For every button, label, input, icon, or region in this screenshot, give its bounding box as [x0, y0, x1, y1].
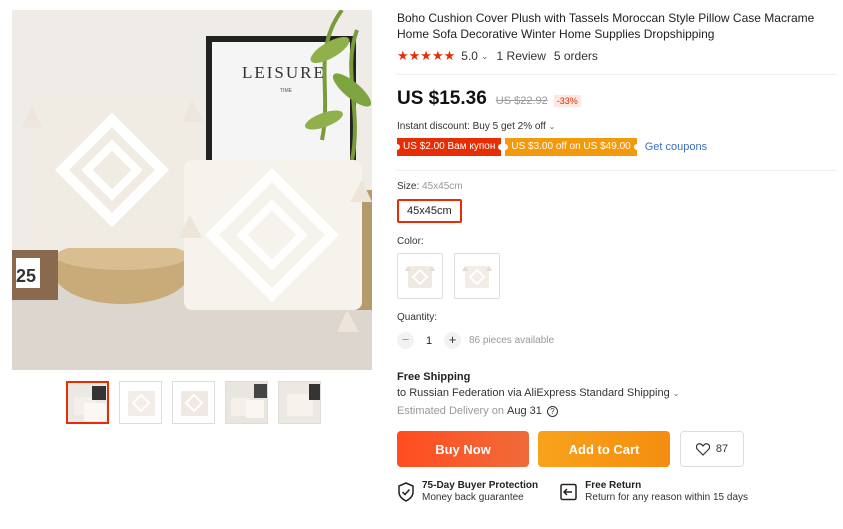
product-title: Boho Cushion Cover Plush with Tassels Mo…: [397, 11, 815, 41]
chevron-down-icon: ⌄: [672, 389, 680, 398]
poster-title: LEISURE: [242, 63, 326, 82]
divider: [397, 74, 837, 75]
instant-discount-text: Instant discount: Buy 5 get 2% off: [397, 121, 546, 132]
product-info: Boho Cushion Cover Plush with Tassels Mo…: [393, 10, 837, 503]
thumbnail-3[interactable]: [172, 381, 215, 424]
chevron-down-icon[interactable]: ⌄: [481, 51, 489, 62]
get-coupons-link[interactable]: Get coupons: [645, 141, 707, 153]
pillow-swatch-icon: [462, 266, 492, 288]
wishlist-button[interactable]: 87: [680, 431, 744, 467]
coupon-store[interactable]: US $2.00 Вам купон: [393, 138, 505, 156]
thumbnail-strip: [66, 381, 321, 424]
coupon-select[interactable]: US $3.00 off on US $49.00: [502, 138, 641, 156]
divider: [397, 170, 837, 171]
color-label: Color:: [397, 236, 424, 247]
wishlist-count: 87: [715, 443, 729, 455]
thumbnail-5[interactable]: [278, 381, 321, 424]
help-icon[interactable]: ?: [546, 405, 558, 417]
shipping-destination-text: to Russian Federation via AliExpress Sta…: [397, 387, 670, 399]
star-rating-icon: ★★★★★: [397, 48, 456, 63]
action-buttons: Buy Now Add to Cart 87: [397, 431, 837, 467]
quantity-stepper: − 1 + 86 pieces available: [397, 332, 837, 349]
estimated-delivery: Estimated Delivery on Aug 31 ?: [397, 405, 837, 417]
guarantees: 75-Day Buyer Protection Money back guara…: [397, 480, 837, 503]
size-label: Size: 45x45cm: [397, 181, 463, 192]
quantity-value[interactable]: 1: [414, 335, 444, 347]
rating-row: ★★★★★ 5.0 ⌄ 1 Review 5 orders: [397, 48, 837, 64]
original-price: US $22.92: [495, 95, 548, 107]
buyer-protection[interactable]: 75-Day Buyer Protection Money back guara…: [397, 480, 538, 503]
color-options: [397, 253, 837, 299]
orders-count: 5 orders: [553, 49, 598, 63]
heart-icon: [695, 442, 710, 456]
increase-button[interactable]: +: [444, 332, 461, 349]
instant-discount[interactable]: Instant discount: Buy 5 get 2% off ⌄: [397, 121, 837, 132]
size-selected: 45x45cm: [422, 181, 463, 192]
shield-check-icon: [398, 481, 414, 502]
pieces-available: 86 pieces available: [469, 335, 555, 346]
coupons-row: US $2.00 Вам купон US $3.00 off on US $4…: [393, 138, 837, 156]
quantity-label: Quantity:: [397, 312, 438, 323]
thumbnail-1[interactable]: [66, 381, 109, 424]
chevron-down-icon: ⌄: [548, 122, 556, 131]
main-product-image[interactable]: LEISURE TIME 25: [12, 10, 372, 370]
reviews-link[interactable]: 1 Review: [497, 49, 546, 63]
buyer-protection-title: 75-Day Buyer Protection: [422, 480, 539, 491]
free-return[interactable]: Free Return Return for any reason within…: [558, 480, 748, 503]
delivery-date: Aug 31: [507, 405, 542, 417]
shipping-title: Free Shipping: [397, 371, 471, 383]
free-return-title: Free Return: [585, 480, 642, 491]
buy-now-button[interactable]: Buy Now: [397, 431, 529, 467]
pillow-swatch-icon: [405, 266, 435, 288]
buyer-protection-subtitle: Money back guarantee: [422, 492, 524, 503]
shipping-destination[interactable]: to Russian Federation via AliExpress Sta…: [397, 387, 837, 399]
thumbnail-2[interactable]: [119, 381, 162, 424]
free-return-subtitle: Return for any reason within 15 days: [585, 492, 749, 503]
size-option-45x45[interactable]: 45x45cm: [397, 199, 462, 223]
delivery-label: Estimated Delivery on: [397, 405, 504, 417]
discount-badge: -33%: [553, 95, 581, 107]
color-option-2[interactable]: [454, 253, 500, 299]
return-icon: [560, 483, 577, 500]
calendar-number: 25: [16, 266, 36, 286]
color-option-1[interactable]: [397, 253, 443, 299]
poster-subtitle: TIME: [280, 88, 293, 94]
pillow-photo: LEISURE TIME 25: [12, 10, 372, 370]
thumbnail-4[interactable]: [225, 381, 268, 424]
current-price: US $15.36: [397, 88, 487, 109]
decrease-button[interactable]: −: [397, 332, 414, 349]
add-to-cart-button[interactable]: Add to Cart: [538, 431, 670, 467]
rating-value[interactable]: 5.0: [461, 49, 478, 63]
price-row: US $15.36 US $22.92 -33%: [397, 88, 837, 110]
